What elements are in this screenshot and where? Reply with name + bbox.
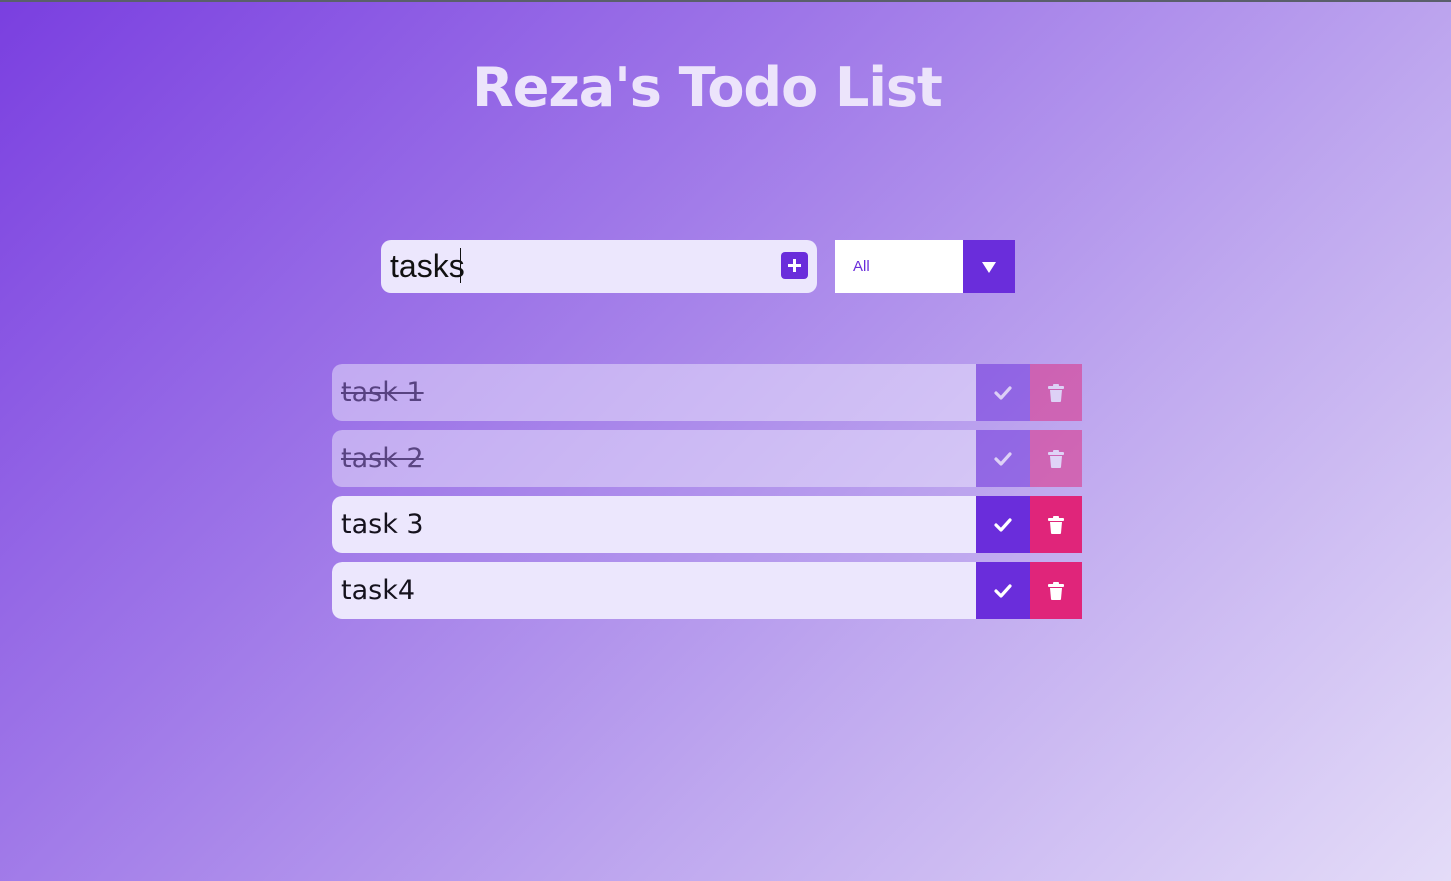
caret-down-icon [982, 261, 996, 273]
complete-button[interactable] [976, 430, 1030, 487]
filter-select[interactable]: All [835, 240, 1015, 293]
filter-dropdown-arrow[interactable] [963, 240, 1015, 293]
trash-icon [1048, 449, 1064, 468]
todo-form [381, 240, 817, 293]
todo-text: task 1 [332, 364, 976, 421]
todo-text: task 2 [332, 430, 976, 487]
complete-button[interactable] [976, 496, 1030, 553]
delete-button[interactable] [1030, 430, 1082, 487]
check-icon [994, 451, 1012, 466]
add-todo-button[interactable] [781, 252, 808, 279]
delete-button[interactable] [1030, 496, 1082, 553]
complete-button[interactable] [976, 364, 1030, 421]
trash-icon [1048, 515, 1064, 534]
filter-selected-value: All [853, 258, 870, 275]
delete-button[interactable] [1030, 562, 1082, 619]
todo-list: task 1 task 2 task 3 task4 [332, 364, 1082, 628]
trash-icon [1048, 581, 1064, 600]
page-title: Reza's Todo List [472, 56, 943, 119]
delete-button[interactable] [1030, 364, 1082, 421]
todo-text: task4 [332, 562, 976, 619]
window-top-border [0, 0, 1451, 2]
todo-item: task 1 [332, 364, 1082, 421]
check-icon [994, 517, 1012, 532]
todo-item: task4 [332, 562, 1082, 619]
text-caret [460, 248, 461, 283]
todo-item: task 3 [332, 496, 1082, 553]
complete-button[interactable] [976, 562, 1030, 619]
plus-icon [788, 259, 801, 272]
todo-item: task 2 [332, 430, 1082, 487]
todo-input[interactable] [381, 240, 771, 293]
check-icon [994, 385, 1012, 400]
trash-icon [1048, 383, 1064, 402]
todo-text: task 3 [332, 496, 976, 553]
check-icon [994, 583, 1012, 598]
